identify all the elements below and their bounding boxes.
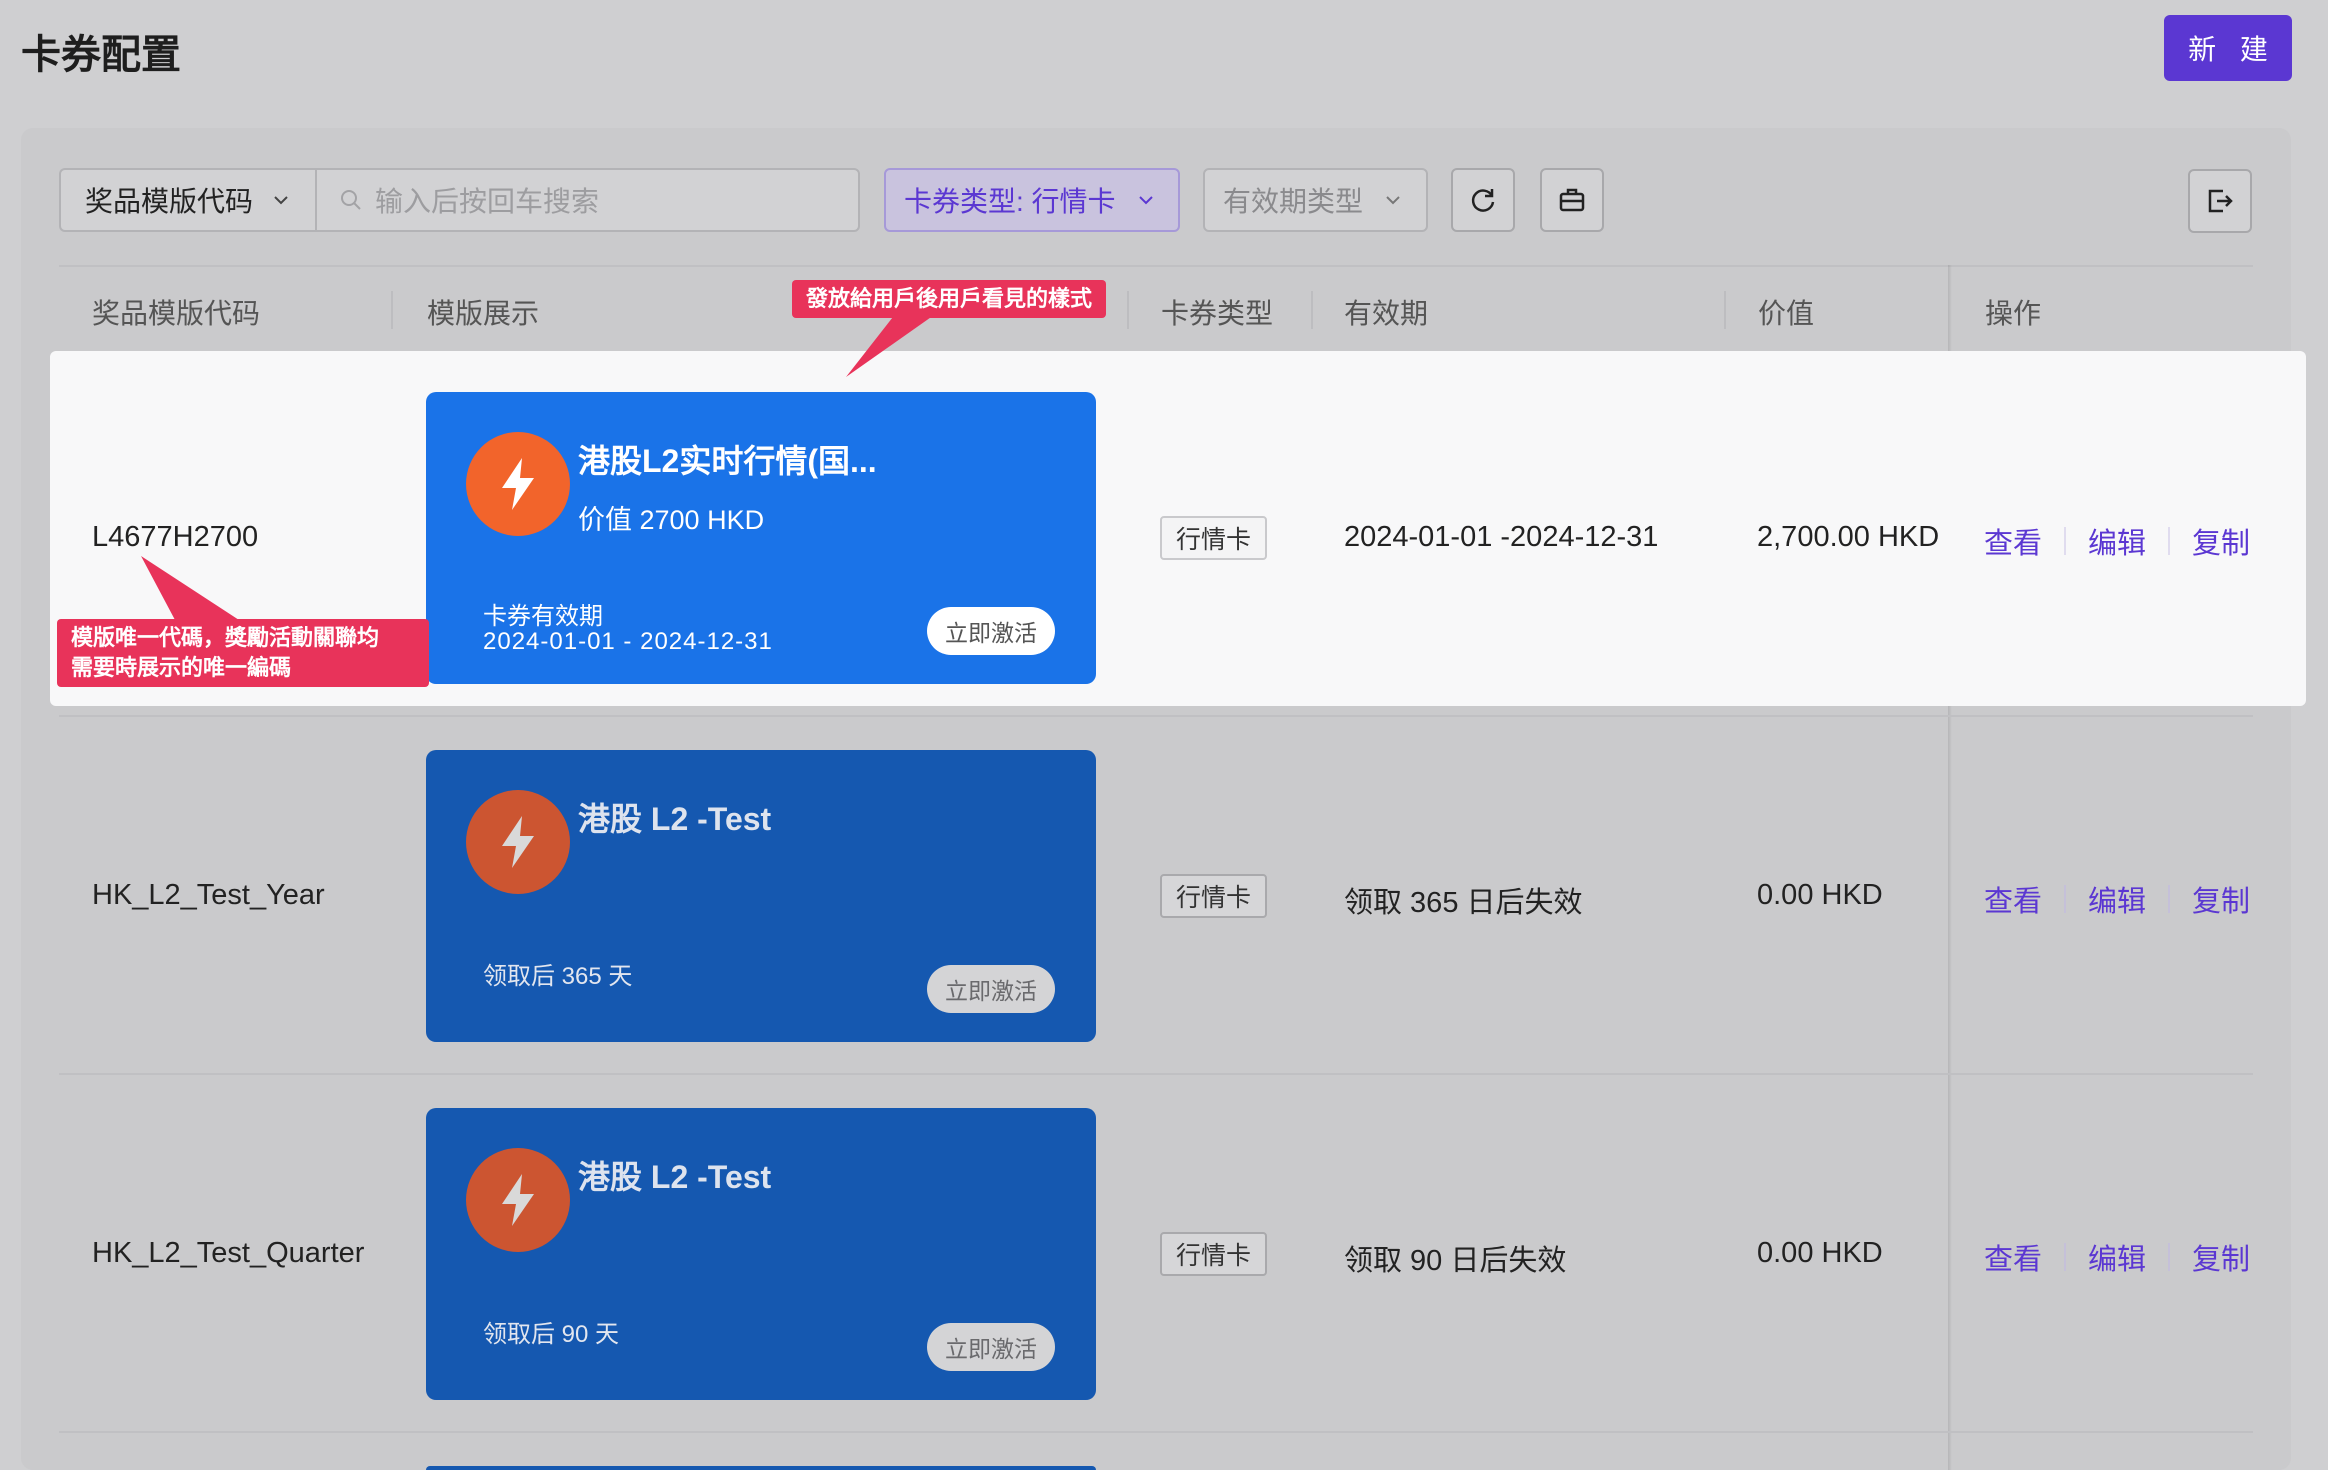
view-link[interactable]: 查看 [1984,1236,2042,1278]
header-divider [1724,291,1726,329]
row-validity: 2024-01-01 -2024-12-31 [1344,521,1659,553]
action-divider [2064,885,2067,913]
new-button[interactable]: 新 建 [2164,15,2292,81]
card-title: 港股 L2 -Test [578,1159,772,1195]
card-template-preview: 港股L2实时行情(国... 价值 2700 HKD 卡券有效期 2024-01-… [426,392,1096,684]
header-code: 奖品模版代码 [92,298,261,329]
card-valid-range: 2024-01-01 - 2024-12-31 [483,628,773,655]
chevron-down-icon [1138,196,1153,205]
action-divider [2168,885,2171,913]
header-action: 操作 [1985,298,2042,329]
card-title: 港股 L2 -Test [578,801,772,837]
toolbox-icon [1559,188,1585,212]
edit-link[interactable]: 编辑 [2088,520,2146,562]
annotation-card-style: 發放給用戶後用戶看見的樣式 [792,280,1107,318]
row-divider [59,1431,2253,1433]
card-template-preview-partial [426,1466,1096,1470]
validity-filter-label: 有效期类型 [1223,186,1364,217]
export-button[interactable] [2188,169,2252,233]
type-filter-label: 卡券类型: 行情卡 [904,186,1116,217]
copy-link[interactable]: 复制 [2192,1236,2250,1278]
row-actions: 查看 编辑 复制 [1984,1236,2250,1278]
card-valid-label: 卡券有效期 [483,603,603,630]
refresh-button[interactable] [1451,168,1515,232]
callout-pointer [141,556,239,620]
action-divider [2064,1243,2067,1271]
header-divider [391,291,393,329]
bolt-icon [466,432,570,536]
row-divider [59,715,2253,717]
row-code: HK_L2_Test_Quarter [92,1237,365,1269]
row-actions: 查看 编辑 复制 [1984,878,2250,920]
annotation-code-line2: 需要時展示的唯一編碼 [71,655,292,680]
row-value: 2,700.00 HKD [1757,521,1940,553]
card-template-preview: 港股 L2 -Test 领取后 365 天 立即激活 [426,750,1096,1042]
edit-link[interactable]: 编辑 [2088,878,2146,920]
copy-link[interactable]: 复制 [2192,878,2250,920]
type-tag: 行情卡 [1160,516,1268,560]
row-value: 0.00 HKD [1757,1237,1883,1269]
row-actions: 查看 编辑 复制 [1984,520,2250,562]
header-top-divider [59,265,2253,267]
card-template-preview: 港股 L2 -Test 领取后 90 天 立即激活 [426,1108,1096,1400]
card-subtitle: 领取后 90 天 [483,1321,620,1348]
refresh-icon [1471,189,1495,212]
type-tag: 行情卡 [1160,874,1268,918]
row-validity: 领取 90 日后失效 [1344,1245,1567,1277]
view-link[interactable]: 查看 [1984,520,2042,562]
card-activate-button: 立即激活 [927,607,1055,655]
action-divider [2064,527,2067,555]
chevron-down-icon [1386,196,1400,205]
bolt-icon [466,790,570,894]
action-divider [2168,527,2171,555]
header-value: 价值 [1758,298,1815,329]
export-icon [2208,189,2233,213]
search-placeholder: 输入后按回车搜索 [375,186,600,217]
view-link[interactable]: 查看 [1984,878,2042,920]
header-template: 模版展示 [427,298,540,329]
chevron-down-icon [274,196,288,205]
action-divider [2168,1243,2171,1271]
card-title: 港股L2实时行情(国... [578,443,877,479]
row-divider [59,1073,2253,1075]
card-activate-button: 立即激活 [927,965,1055,1013]
card-subtitle: 领取后 365 天 [483,963,633,990]
header-divider [1127,291,1129,329]
card-activate-button: 立即激活 [927,1323,1055,1371]
bolt-icon [466,1148,570,1252]
copy-link[interactable]: 复制 [2192,520,2250,562]
card-value: 价值 2700 HKD [578,505,765,535]
search-icon [341,190,361,210]
validity-filter[interactable]: 有效期类型 [1203,168,1428,232]
row-validity: 领取 365 日后失效 [1344,887,1583,919]
toolbox-button[interactable] [1540,168,1604,232]
edit-link[interactable]: 编辑 [2088,1236,2146,1278]
header-divider [1311,291,1313,329]
annotation-code-line1: 模版唯一代碼，獎勵活動關聯均 [71,625,380,650]
page-title: 卡券配置 [21,33,181,77]
code-field-select-label: 奖品模版代码 [85,186,254,217]
annotation-code: 模版唯一代碼，獎勵活動關聯均 需要時展示的唯一編碼 [57,619,429,687]
header-type: 卡券类型 [1161,298,1274,329]
type-filter[interactable]: 卡券类型: 行情卡 [884,168,1180,232]
header-validity: 有效期 [1344,298,1429,329]
type-tag: 行情卡 [1160,1232,1268,1276]
code-field-select[interactable]: 奖品模版代码 [59,168,315,232]
row-code: HK_L2_Test_Year [92,879,325,911]
row-value: 0.00 HKD [1757,879,1883,911]
search-input[interactable]: 输入后按回车搜索 [315,168,860,232]
